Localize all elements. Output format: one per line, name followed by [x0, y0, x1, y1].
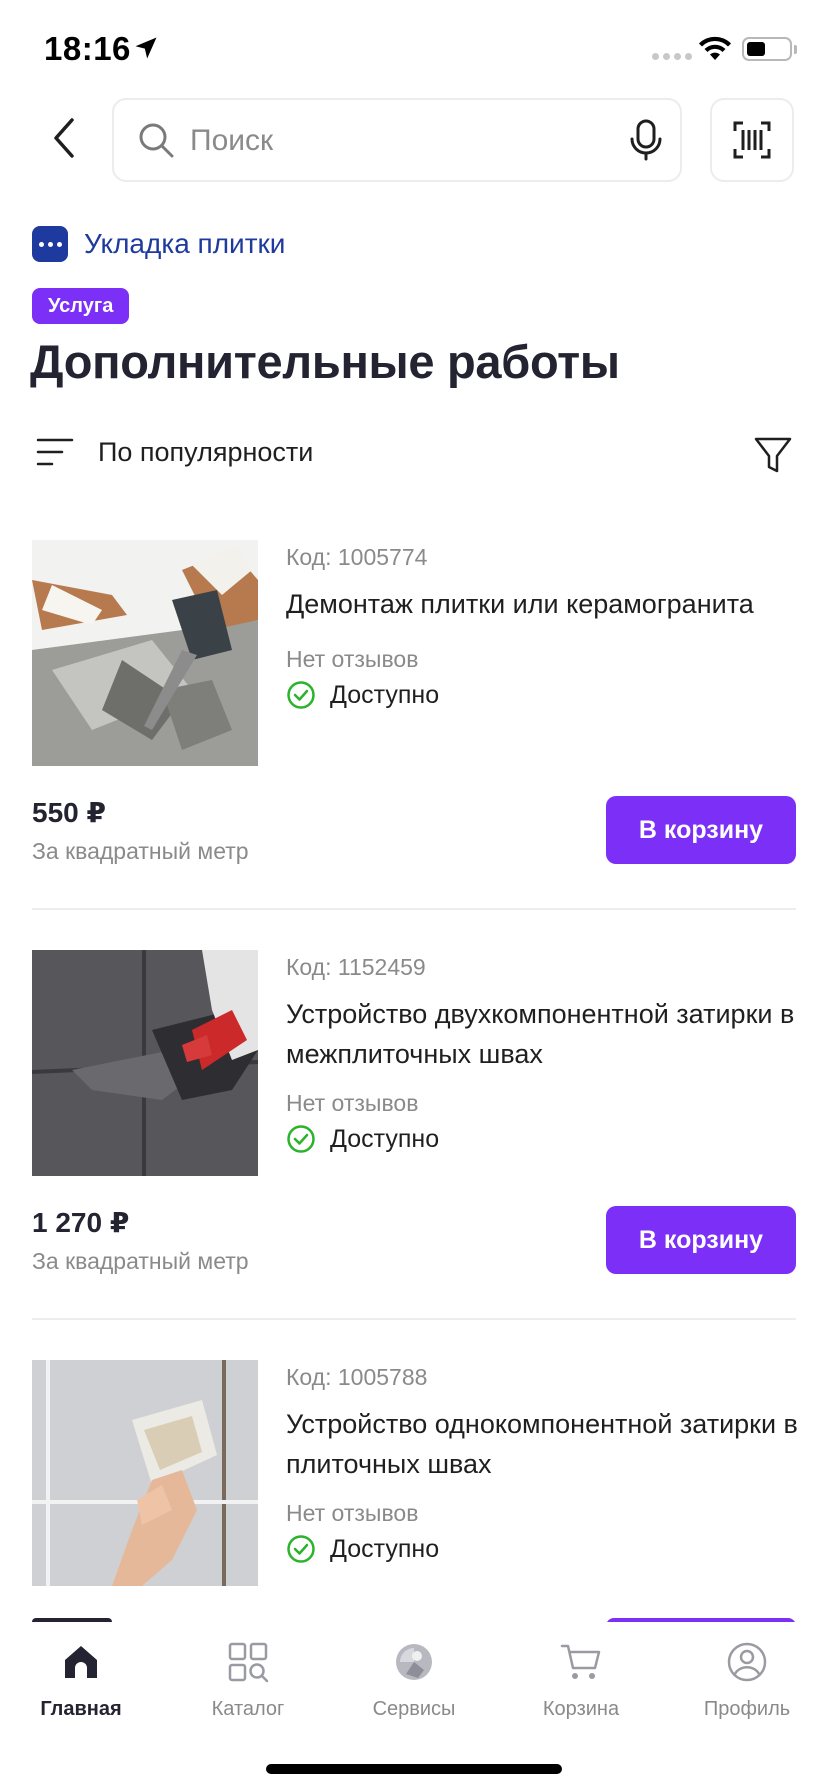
home-icon — [65, 1646, 97, 1678]
product-name[interactable]: Демонтаж плитки или керамогранита — [286, 584, 806, 624]
chevron-left-icon — [54, 118, 74, 158]
product-image[interactable] — [32, 540, 258, 766]
battery-icon — [742, 37, 792, 61]
service-badge: Услуга — [32, 288, 130, 324]
tab-services[interactable]: Сервисы — [339, 1640, 489, 1721]
cellular-signal-icon — [652, 53, 692, 60]
status-time: 18:16 — [44, 30, 131, 67]
availability-status: Доступно — [286, 1534, 439, 1564]
add-to-cart-button[interactable]: В корзину — [606, 1206, 796, 1274]
home-indicator[interactable] — [266, 1764, 562, 1774]
status-label: Доступно — [330, 1124, 440, 1153]
availability-status: Доступно — [286, 680, 439, 710]
tab-label: Главная — [40, 1698, 122, 1720]
product-code: Код: 1152459 — [286, 954, 426, 980]
filter-icon[interactable] — [752, 434, 794, 476]
tab-cart[interactable]: Корзина — [506, 1640, 656, 1721]
barcode-icon — [733, 121, 771, 159]
price-unit: За квадратный метр — [32, 1248, 249, 1274]
divider — [32, 908, 796, 910]
tab-catalog[interactable]: Каталог — [173, 1640, 323, 1721]
sort-label: По популярности — [98, 436, 314, 467]
tab-profile[interactable]: Профиль — [672, 1640, 822, 1721]
product-code: Код: 1005774 — [286, 544, 428, 570]
tab-label: Корзина — [542, 1698, 620, 1720]
back-button[interactable] — [40, 112, 88, 164]
status-label: Доступно — [330, 1534, 440, 1563]
sort-icon — [36, 438, 74, 466]
product-image[interactable] — [32, 1360, 258, 1586]
product-card[interactable]: Код: 1152459 Устройство двухкомпонентной… — [0, 950, 828, 1360]
product-name[interactable]: Устройство однокомпонентной затирки в пл… — [286, 1404, 806, 1484]
tab-home[interactable]: Главная — [6, 1640, 156, 1721]
category-link[interactable]: Укладка плитки — [32, 226, 285, 262]
profile-icon — [727, 1642, 767, 1682]
sort-button[interactable]: По популярности — [36, 436, 313, 468]
product-price: 1 270 ₽ — [32, 1207, 130, 1238]
category-label: Укладка плитки — [84, 228, 286, 259]
tab-label: Сервисы — [372, 1698, 456, 1720]
wifi-icon — [699, 36, 731, 60]
tab-label: Каталог — [211, 1698, 285, 1720]
status-label: Доступно — [330, 680, 440, 709]
availability-status: Доступно — [286, 1124, 439, 1154]
check-circle-icon — [287, 681, 315, 709]
barcode-scan-button[interactable] — [710, 98, 794, 182]
product-price: 550 ₽ — [32, 797, 106, 828]
divider — [32, 1318, 796, 1320]
search-icon — [139, 123, 174, 158]
product-reviews[interactable]: Нет отзывов — [286, 646, 418, 673]
services-icon — [396, 1644, 432, 1680]
product-reviews[interactable]: Нет отзывов — [286, 1090, 418, 1117]
search-input[interactable] — [190, 118, 610, 164]
product-reviews[interactable]: Нет отзывов — [286, 1500, 418, 1527]
microphone-icon[interactable] — [626, 118, 666, 162]
more-dots-icon — [32, 226, 68, 262]
product-name[interactable]: Устройство двухкомпонентной затирки в ме… — [286, 994, 806, 1074]
cart-icon — [560, 1644, 601, 1679]
check-circle-icon — [287, 1535, 315, 1563]
product-code: Код: 1005788 — [286, 1364, 428, 1390]
check-circle-icon — [287, 1125, 315, 1153]
tab-label: Профиль — [703, 1698, 791, 1720]
location-arrow-icon — [135, 37, 157, 59]
product-image[interactable] — [32, 950, 258, 1176]
price-unit: За квадратный метр — [32, 838, 249, 864]
add-to-cart-button[interactable]: В корзину — [606, 796, 796, 864]
page-title: Дополнительные работы — [30, 335, 620, 388]
status-bar: 18:16 — [0, 0, 828, 100]
search-box[interactable] — [112, 98, 682, 182]
catalog-icon — [228, 1642, 269, 1683]
product-card[interactable]: Код: 1005774 Демонтаж плитки или керамог… — [0, 540, 828, 950]
